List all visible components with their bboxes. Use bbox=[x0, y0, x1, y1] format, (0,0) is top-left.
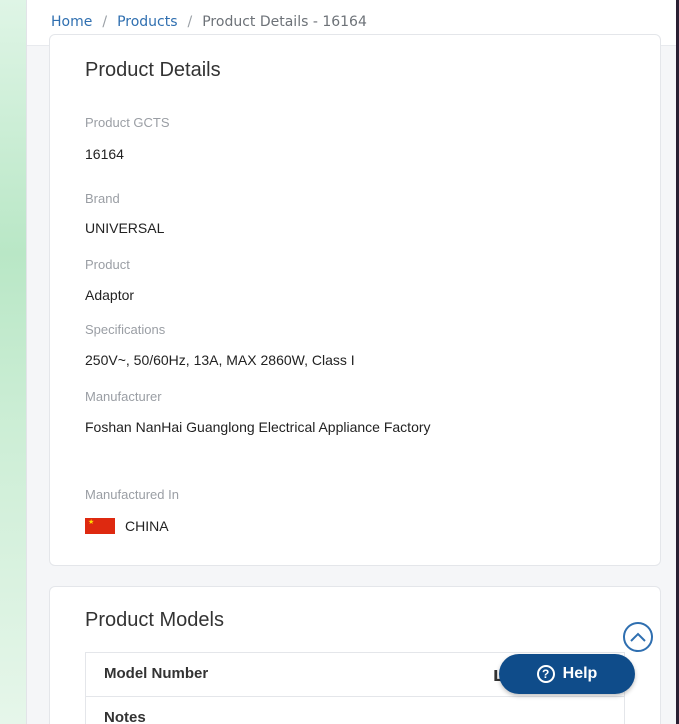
field-label-product: Product bbox=[85, 257, 130, 272]
china-flag-icon: ★ bbox=[85, 518, 115, 534]
details-title: Product Details bbox=[85, 59, 221, 81]
field-label-brand: Brand bbox=[85, 191, 120, 206]
question-circle-icon: ? bbox=[536, 665, 555, 683]
breadcrumb-separator: / bbox=[187, 14, 193, 30]
breadcrumb-products-link[interactable]: Products bbox=[117, 14, 177, 30]
chevron-up-icon bbox=[630, 632, 646, 642]
models-title: Product Models bbox=[85, 609, 224, 631]
field-label-manufactured-in: Manufactured In bbox=[85, 487, 179, 502]
breadcrumb-separator: / bbox=[102, 14, 108, 30]
field-label-manufacturer: Manufacturer bbox=[85, 389, 162, 404]
field-value-manufactured-in: CHINA bbox=[125, 518, 169, 534]
field-value-manufacturer: Foshan NanHai Guanglong Electrical Appli… bbox=[85, 419, 431, 435]
scroll-to-top-button[interactable] bbox=[623, 622, 653, 652]
field-value-gcts: 16164 bbox=[85, 146, 124, 162]
breadcrumb-home-link[interactable]: Home bbox=[51, 14, 92, 30]
field-value-brand: UNIVERSAL bbox=[85, 220, 165, 236]
help-button[interactable]: ? Help bbox=[499, 654, 635, 694]
table-row-notes: Notes bbox=[86, 697, 624, 724]
product-details-card: Product Details Product GCTS 16164 Brand… bbox=[49, 34, 661, 566]
breadcrumb-current: Product Details - 16164 bbox=[202, 14, 367, 30]
field-value-specifications: 250V~, 50/60Hz, 13A, MAX 2860W, Class I bbox=[85, 352, 355, 368]
help-label: Help bbox=[562, 665, 598, 682]
field-label-specifications: Specifications bbox=[85, 322, 166, 337]
field-label-gcts: Product GCTS bbox=[85, 115, 170, 130]
page: Home / Products / Product Details - 1616… bbox=[26, 0, 677, 724]
background-strip bbox=[0, 0, 26, 724]
field-value-product: Adaptor bbox=[85, 287, 135, 303]
flag-star: ★ bbox=[88, 518, 95, 526]
